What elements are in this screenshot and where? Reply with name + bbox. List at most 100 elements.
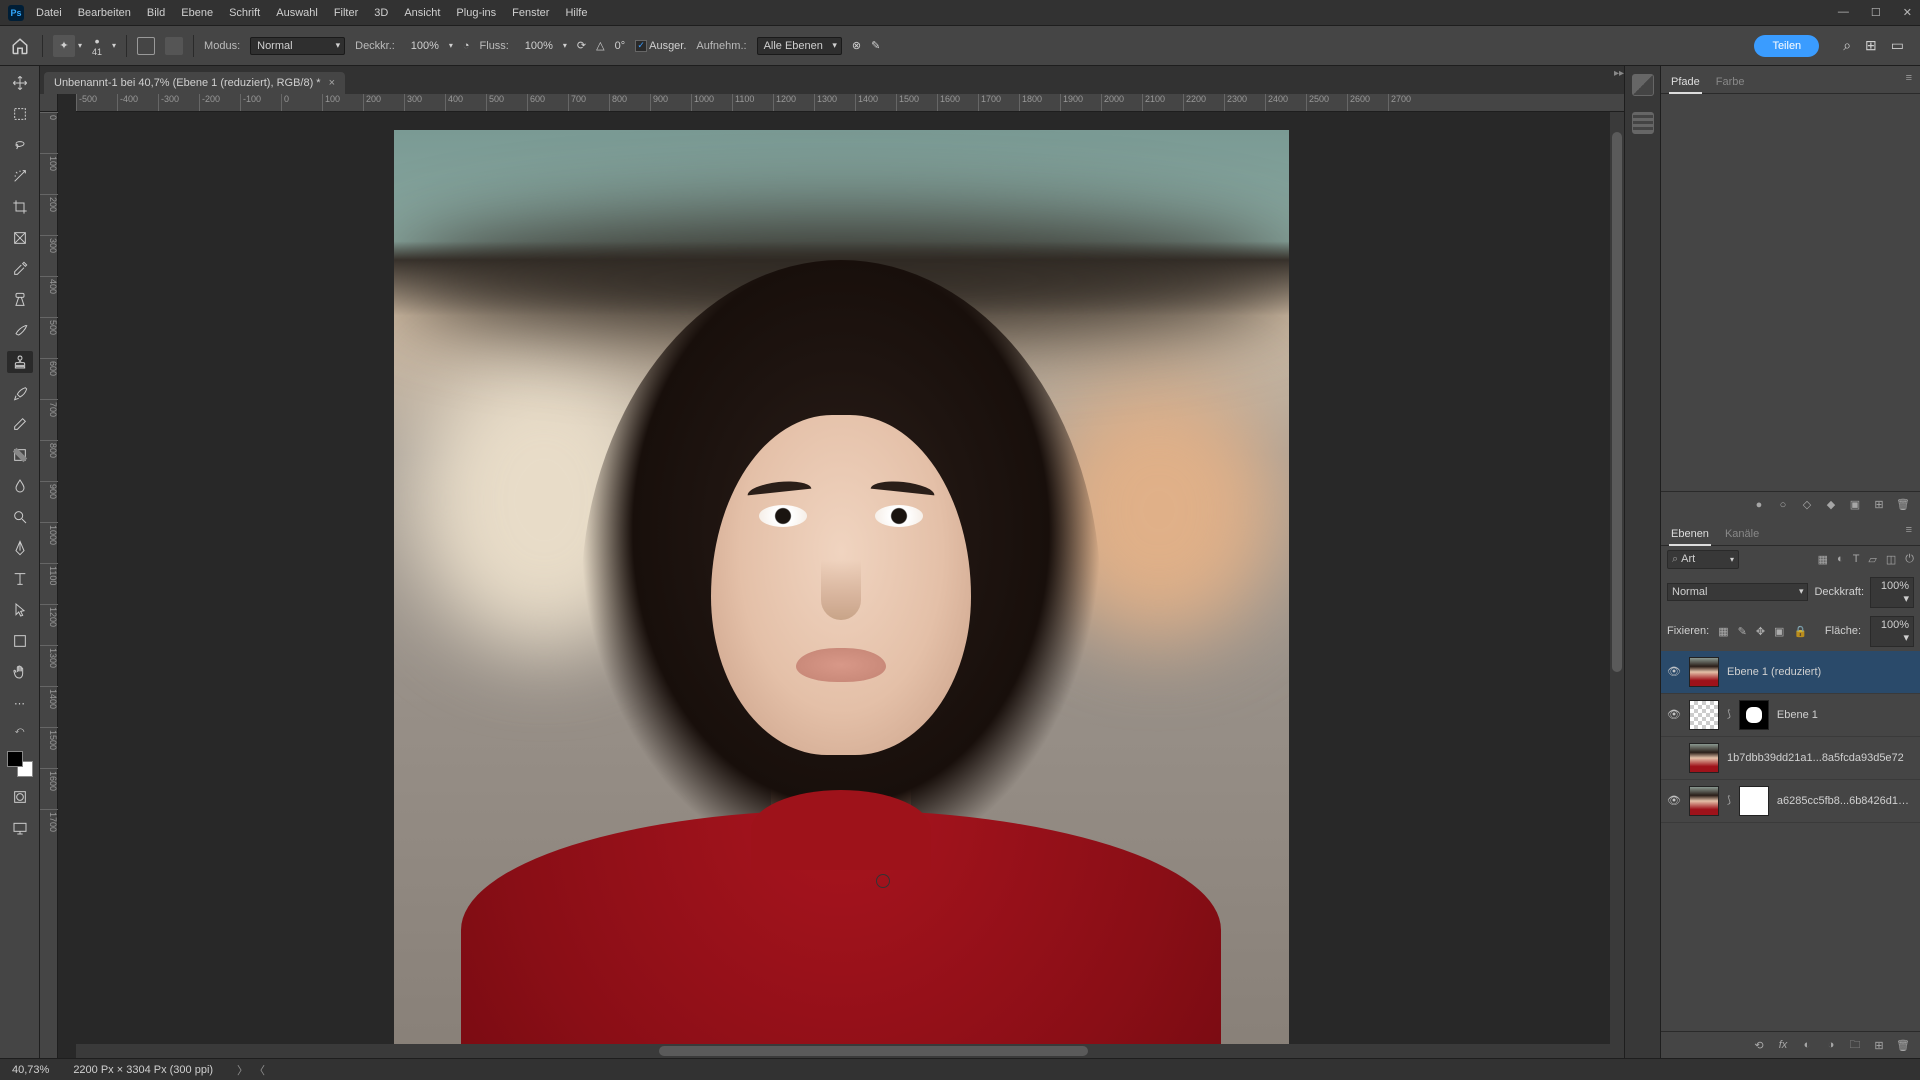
delete-path-icon[interactable]: 🗑 [1896, 498, 1910, 512]
brush-preset[interactable]: •41 [92, 34, 102, 57]
mode-select[interactable]: Normal [250, 37, 345, 55]
brush-settings-icon[interactable] [137, 37, 155, 55]
pen-tool[interactable] [7, 537, 33, 559]
scrollbar-vertical[interactable] [1610, 112, 1624, 1058]
visibility-icon[interactable]: 👁 [1667, 794, 1681, 807]
menu-bild[interactable]: Bild [147, 7, 165, 19]
lock-artboard-icon[interactable]: ▣ [1774, 625, 1784, 638]
frame-tool[interactable] [7, 227, 33, 249]
more-tools[interactable]: ⋯ [7, 692, 33, 714]
swap-swatch-icon[interactable]: ⤺ [15, 725, 25, 736]
menu-ansicht[interactable]: Ansicht [404, 7, 440, 19]
blend-mode-select[interactable]: Normal [1667, 583, 1808, 601]
link-icon[interactable]: ⟆ [1727, 709, 1731, 720]
collapse-panels-icon[interactable]: ▸▸ [1614, 68, 1624, 79]
canvas[interactable] [58, 112, 1624, 1058]
layer-name[interactable]: a6285cc5fb8...6b8426d1be7 [1777, 795, 1914, 807]
angle-value[interactable]: 0° [615, 40, 626, 52]
adjustment-icon[interactable]: ◑ [1824, 1038, 1838, 1052]
layer-thumb[interactable] [1689, 743, 1719, 773]
healing-tool[interactable] [7, 289, 33, 311]
layer-row[interactable]: 👁 Ebene 1 (reduziert) [1661, 651, 1920, 694]
tab-layers[interactable]: Ebenen [1669, 524, 1711, 546]
color-swatches[interactable] [7, 751, 33, 777]
blur-tool[interactable] [7, 475, 33, 497]
filter-toggle-icon[interactable]: ⏻ [1905, 553, 1914, 566]
layer-name[interactable]: Ebene 1 [1777, 709, 1914, 721]
lock-position-icon[interactable]: ✥ [1756, 625, 1765, 638]
link-icon[interactable]: ⟆ [1727, 795, 1731, 806]
tool-preset[interactable]: ✦▾ [53, 35, 82, 57]
workspace-icon[interactable]: ⊞ [1865, 37, 1877, 54]
fill-input[interactable]: 100% ▾ [1870, 616, 1914, 647]
brush-panel-icon[interactable] [165, 37, 183, 55]
image-canvas[interactable] [394, 130, 1289, 1058]
marquee-tool[interactable] [7, 103, 33, 125]
menu-ebene[interactable]: Ebene [181, 7, 213, 19]
filter-type-icon[interactable]: T [1853, 553, 1860, 566]
layer-row[interactable]: 👁⟆Ebene 1 [1661, 694, 1920, 737]
layer-filter-select[interactable]: ⌕Art▾ [1667, 550, 1739, 569]
delete-layer-icon[interactable]: 🗑 [1896, 1038, 1910, 1052]
lasso-tool[interactable] [7, 134, 33, 156]
dodge-tool[interactable] [7, 506, 33, 528]
menu-filter[interactable]: Filter [334, 7, 358, 19]
stroke-path-icon[interactable]: ○ [1776, 498, 1790, 512]
tab-channels[interactable]: Kanäle [1723, 524, 1761, 545]
share-button[interactable]: Teilen [1754, 35, 1819, 57]
brush-tool[interactable] [7, 320, 33, 342]
menu-fenster[interactable]: Fenster [512, 7, 549, 19]
filter-adjust-icon[interactable]: ◐ [1837, 553, 1844, 566]
arrange-icon[interactable]: ▭ [1891, 37, 1904, 54]
opacity-panel-input[interactable]: 100% ▾ [1870, 577, 1914, 608]
ignore-adj-icon[interactable]: ⊗ [852, 39, 861, 52]
screenmode-tool[interactable] [7, 817, 33, 839]
menu-datei[interactable]: Datei [36, 7, 62, 19]
sel-to-path-icon[interactable]: ◆ [1824, 498, 1838, 512]
layer-name[interactable]: Ebene 1 (reduziert) [1727, 666, 1914, 678]
search-icon[interactable]: ⌕ [1843, 37, 1851, 54]
minimize-button[interactable]: — [1838, 6, 1849, 19]
menu-3d[interactable]: 3D [374, 7, 388, 19]
move-tool[interactable] [7, 72, 33, 94]
ruler-vertical[interactable]: 0100200300400500600700800900100011001200… [40, 94, 58, 1058]
tab-color[interactable]: Farbe [1714, 72, 1747, 93]
layer-thumb[interactable] [1689, 700, 1719, 730]
airbrush-icon[interactable]: ⟳ [577, 39, 586, 52]
opacity-input[interactable]: 100% [405, 40, 439, 52]
lock-all-icon[interactable]: 🔒 [1793, 625, 1807, 638]
lock-pixels-icon[interactable]: ▦ [1718, 625, 1728, 638]
visibility-icon[interactable]: 👁 [1667, 665, 1681, 678]
gradient-tool[interactable] [7, 444, 33, 466]
panel-menu-icon[interactable]: ≡ [1906, 72, 1912, 93]
close-tab-icon[interactable]: × [329, 77, 335, 89]
dock-icon-2[interactable] [1632, 112, 1654, 134]
layer-mask-thumb[interactable] [1739, 786, 1769, 816]
layer-name[interactable]: 1b7dbb39dd21a1...8a5fcda93d5e72 [1727, 752, 1914, 764]
hand-tool[interactable] [7, 661, 33, 683]
wand-tool[interactable] [7, 165, 33, 187]
history-brush-tool[interactable] [7, 382, 33, 404]
menu-schrift[interactable]: Schrift [229, 7, 260, 19]
layers-panel-menu-icon[interactable]: ≡ [1906, 524, 1912, 545]
layer-row[interactable]: 👁 ⟆ a6285cc5fb8...6b8426d1be7 [1661, 780, 1920, 823]
document-tab[interactable]: Unbenannt-1 bei 40,7% (Ebene 1 (reduzier… [44, 72, 345, 94]
menu-plug-ins[interactable]: Plug-ins [456, 7, 496, 19]
type-tool[interactable] [7, 568, 33, 590]
eyedropper-tool[interactable] [7, 258, 33, 280]
pressure-opacity-icon[interactable]: ◔ [463, 40, 470, 52]
dock-icon-1[interactable] [1632, 74, 1654, 96]
new-path-icon[interactable]: ⊞ [1872, 498, 1886, 512]
stamp-tool[interactable] [7, 351, 33, 373]
menu-hilfe[interactable]: Hilfe [565, 7, 587, 19]
aligned-checkbox[interactable] [635, 40, 647, 52]
tab-paths[interactable]: Pfade [1669, 72, 1702, 94]
filter-shape-icon[interactable]: ▱ [1868, 553, 1876, 566]
home-button[interactable] [8, 34, 32, 58]
path-to-sel-icon[interactable]: ◇ [1800, 498, 1814, 512]
crop-tool[interactable] [7, 196, 33, 218]
pressure-size-icon[interactable]: ✎ [871, 39, 880, 52]
link-layers-icon[interactable]: ⟲ [1752, 1038, 1766, 1052]
shape-tool[interactable] [7, 630, 33, 652]
layer-row[interactable]: 1b7dbb39dd21a1...8a5fcda93d5e72 [1661, 737, 1920, 780]
